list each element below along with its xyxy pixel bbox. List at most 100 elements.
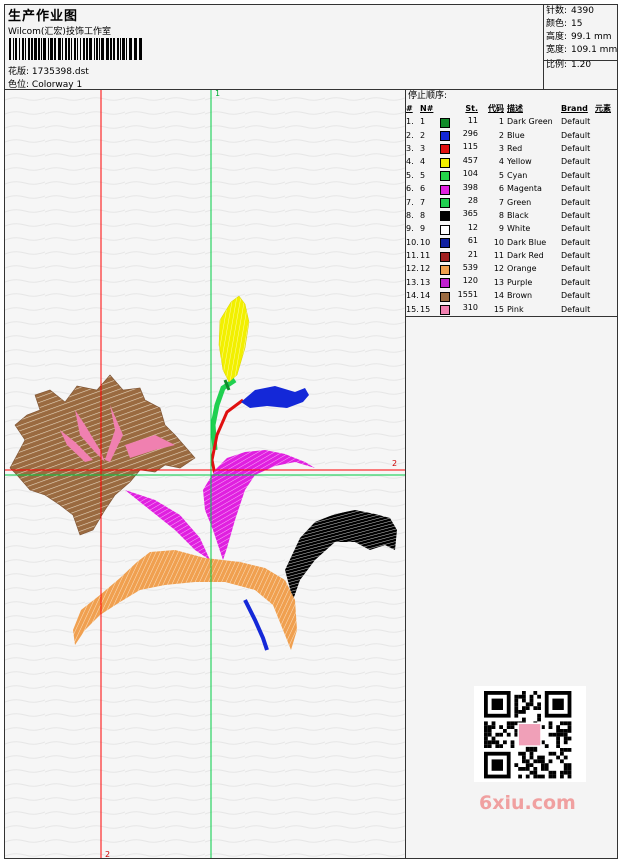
row-needle: 6: [420, 184, 426, 194]
row-needle: 9: [420, 224, 426, 234]
stats-divider: [544, 60, 617, 61]
color-swatch: [440, 224, 450, 235]
panel-divider: [406, 316, 617, 317]
row-stitches: 28: [467, 196, 478, 206]
color-swatch: [440, 278, 450, 289]
row-description: Dark Blue: [507, 237, 547, 247]
row-stitches: 1551: [457, 289, 478, 299]
row-brand: Default: [561, 170, 591, 180]
col-description: 描述: [507, 104, 523, 113]
row-needle: 1: [420, 117, 426, 127]
row-stitches-cell: 21: [440, 249, 478, 262]
row-needle: 4: [420, 157, 426, 167]
row-element: [595, 115, 617, 128]
row-stitches-cell: 11: [440, 115, 478, 128]
row-stitches: 11: [467, 115, 478, 125]
colorway-info: 色位: Colorway 1: [8, 77, 82, 90]
row-description: Orange: [507, 264, 537, 274]
row-description: Green: [507, 197, 532, 207]
row-brand: Default: [561, 143, 591, 153]
row-element: [595, 195, 617, 208]
row-index: 8.: [406, 210, 414, 220]
row-stitches-cell: 457: [440, 155, 478, 168]
row-element: [595, 222, 617, 235]
colorway-label: 色位:: [8, 80, 30, 90]
row-needle: 2: [420, 130, 426, 140]
design-canvas[interactable]: 1 2 2: [5, 89, 406, 859]
color-swatch: [440, 198, 450, 209]
row-brand: Default: [561, 157, 591, 167]
table-row: 3. 3 115 3 Red Default: [406, 142, 617, 155]
row-code: 6: [498, 184, 504, 194]
header: 生产作业图 Wilcom(汇宏)技饰工作室 花版: 1735398.dst 色位…: [5, 5, 617, 90]
sheet-title: 生产作业图: [8, 9, 79, 24]
row-stitches-cell: 115: [440, 142, 478, 155]
row-index: 10.: [406, 237, 419, 247]
row-code: 2: [498, 130, 504, 140]
row-stitches-cell: 365: [440, 209, 478, 222]
row-needle: 12: [420, 264, 431, 274]
embroidery-preview: [5, 90, 405, 858]
row-code: 4: [498, 157, 504, 167]
row-code: 11: [493, 251, 504, 261]
row-element: [595, 169, 617, 182]
row-description: Yellow: [507, 157, 532, 167]
qr-code: [474, 686, 586, 782]
row-element: [595, 236, 617, 249]
col-code: 代码: [488, 104, 504, 113]
row-element: [595, 302, 617, 315]
row-needle: 11: [420, 251, 431, 261]
barcode-image: [9, 38, 142, 60]
row-description: Dark Red: [507, 251, 544, 261]
axis-label-top: 1: [215, 89, 221, 98]
table-row: 10. 10 61 10 Dark Blue Default: [406, 236, 617, 249]
row-stitches-cell: 310: [440, 302, 478, 316]
row-description: Black: [507, 210, 529, 220]
stat-height: 高度: 99.1 mm: [546, 32, 612, 42]
row-index: 13.: [406, 277, 419, 287]
row-brand: Default: [561, 251, 591, 261]
table-row: 1. 1 11 1 Dark Green Default: [406, 115, 617, 128]
row-brand: Default: [561, 184, 591, 194]
row-stitches-cell: 120: [440, 276, 478, 289]
row-needle: 13: [420, 277, 431, 287]
row-stitches: 61: [467, 236, 478, 246]
row-code: 14: [493, 291, 504, 301]
row-needle: 14: [420, 291, 431, 301]
row-description: Dark Green: [507, 117, 553, 127]
row-stitches-cell: 539: [440, 262, 478, 275]
axis-label-bottom: 2: [105, 850, 111, 859]
table-row: 4. 4 457 4 Yellow Default: [406, 155, 617, 168]
row-code: 3: [498, 143, 504, 153]
row-stitches-cell: 1551: [440, 289, 478, 302]
company-name: Wilcom(汇宏)技饰工作室: [8, 27, 111, 37]
color-swatch: [440, 144, 450, 155]
col-brand: Brand: [561, 104, 588, 113]
row-stitches: 310: [462, 303, 478, 313]
row-element: [595, 142, 617, 155]
row-stitches: 104: [462, 169, 478, 179]
row-element: [595, 289, 617, 302]
row-index: 7.: [406, 197, 414, 207]
row-brand: Default: [561, 130, 591, 140]
color-swatch: [440, 251, 450, 262]
row-stitches: 296: [462, 129, 478, 139]
row-stitches: 365: [462, 209, 478, 219]
color-swatch: [440, 238, 450, 249]
color-swatch: [440, 117, 450, 128]
stat-width: 宽度: 109.1 mm: [546, 45, 618, 55]
stat-stitches: 针数: 4390: [546, 6, 594, 16]
table-row: 14. 14 1551 14 Brown Default: [406, 289, 617, 302]
row-stitches-cell: 28: [440, 195, 478, 209]
design-label: 花版:: [8, 67, 30, 77]
row-index: 11.: [406, 251, 419, 261]
row-index: 6.: [406, 184, 414, 194]
row-index: 15.: [406, 304, 419, 314]
row-code: 5: [498, 170, 504, 180]
row-stitches-cell: 104: [440, 169, 478, 182]
table-row: 15. 15 310 15 Pink Default: [406, 302, 617, 316]
row-needle: 3: [420, 143, 426, 153]
row-stitches: 115: [462, 142, 478, 152]
col-index: #: [406, 104, 413, 113]
row-index: 9.: [406, 224, 414, 234]
